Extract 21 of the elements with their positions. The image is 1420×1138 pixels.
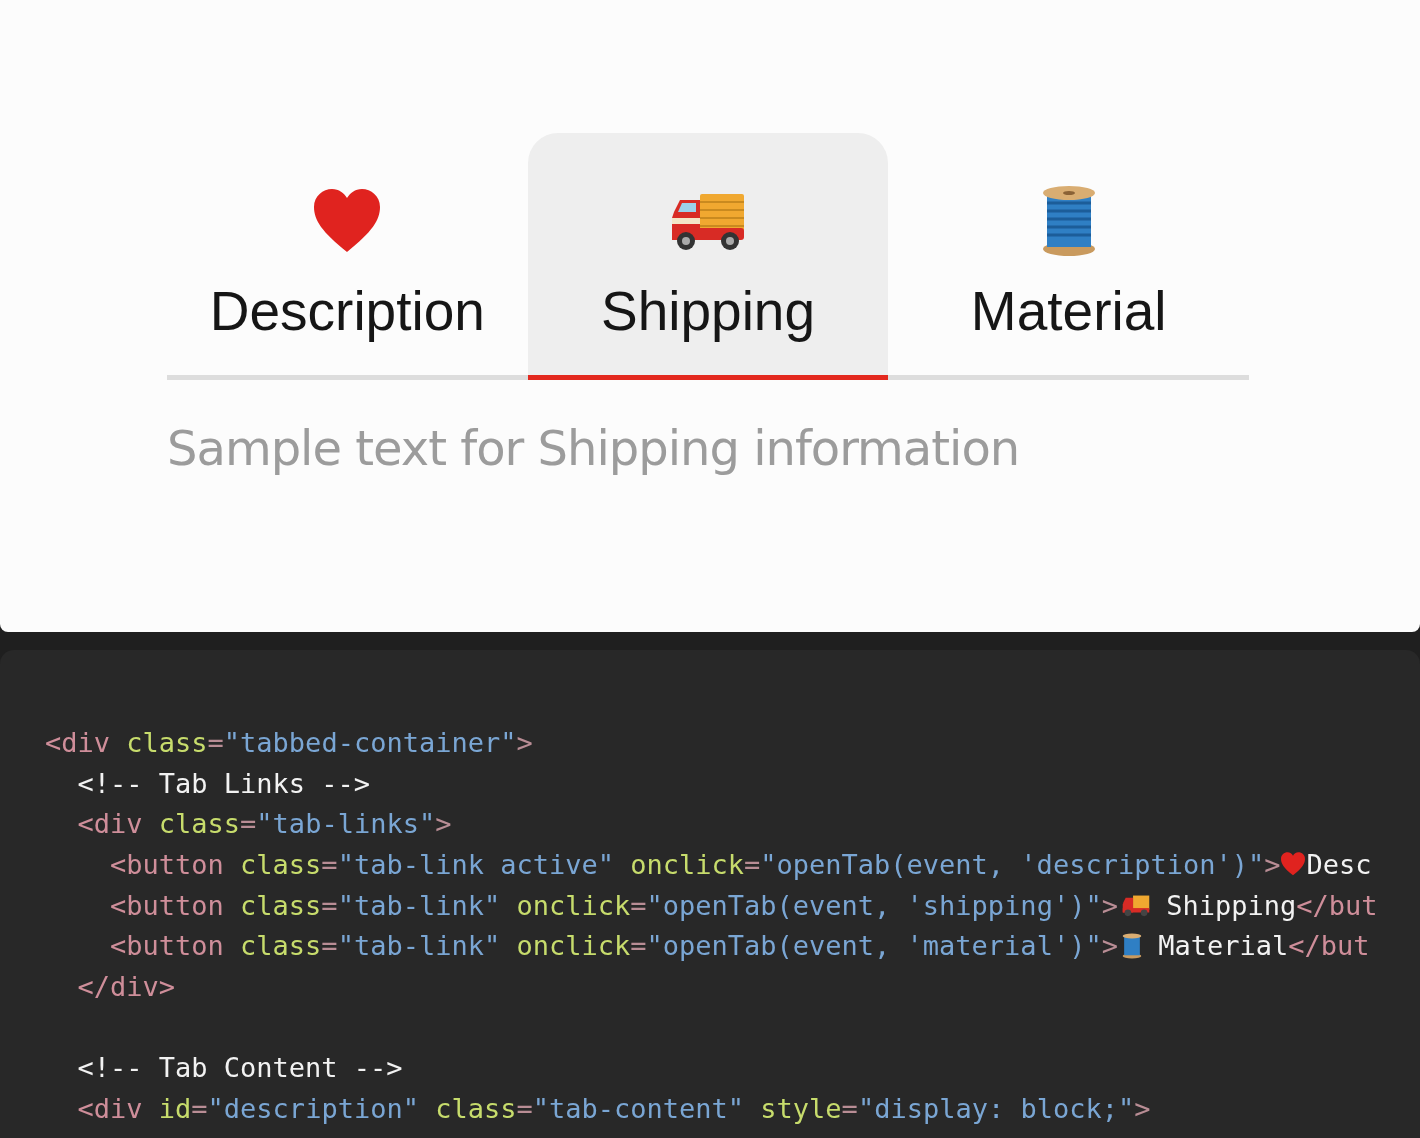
code-line: <!-- Tab Content --> (76, 1052, 403, 1084)
code-line: <div class="tabbed-container"> (45, 726, 533, 758)
tab[interactable]: Material (888, 133, 1249, 380)
code-line: <!-- Tab Links --> (76, 767, 371, 799)
code-line: <button class="tab-link active" onclick="openTab(event, 'description')"> (109, 848, 1281, 880)
tab[interactable]: Shipping (527, 133, 889, 380)
tab-content-text: Sample text for Shipping information (167, 420, 1021, 476)
code-line: Shipping</but (1165, 889, 1378, 921)
tab[interactable]: Description (167, 133, 528, 380)
truck-icon (1121, 893, 1150, 917)
code-line: <button class="tab-link" onclick="openTab(event, 'material')"> (109, 930, 1118, 962)
code-line: Desc (1306, 848, 1372, 880)
heart-icon (312, 187, 383, 254)
code-line: <div class="tab-links"> (76, 808, 452, 840)
code-line: </div> (76, 970, 176, 1002)
heart-icon (1280, 852, 1307, 877)
spool-icon (1040, 184, 1097, 257)
spool-icon (1121, 932, 1142, 959)
code-line: <div id="description" class="tab-content" style="display: block;"> (76, 1093, 1151, 1125)
code-line: Material</but (1157, 930, 1370, 962)
code-line: <button class="tab-link" onclick="openTab(event, 'shipping')"> (109, 889, 1118, 921)
